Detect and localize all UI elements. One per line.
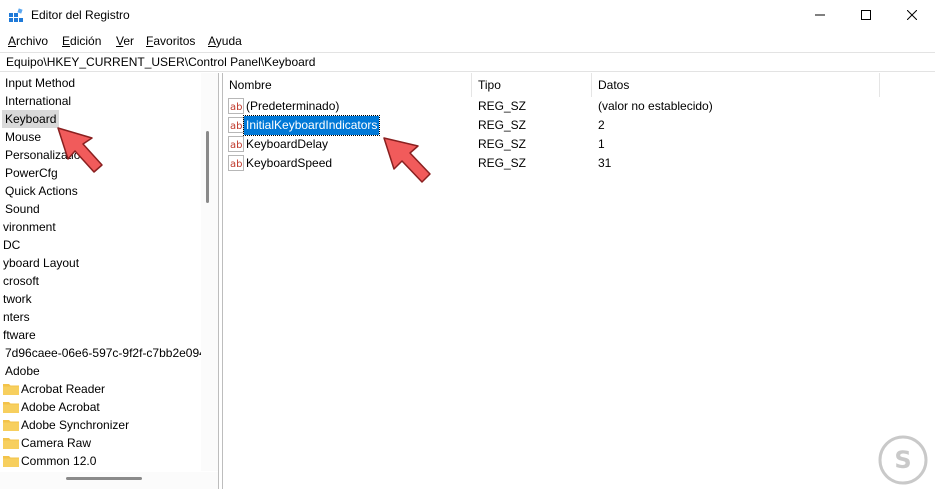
annotation-arrow-tree bbox=[57, 127, 103, 173]
tree-item[interactable]: nters bbox=[3, 308, 30, 326]
address-path: Equipo\HKEY_CURRENT_USER\Control Panel\K… bbox=[6, 55, 316, 69]
maximize-icon bbox=[861, 10, 871, 20]
svg-text:ab: ab bbox=[230, 140, 242, 151]
tree-item[interactable]: Input Method bbox=[5, 74, 75, 92]
address-bar[interactable]: Equipo\HKEY_CURRENT_USER\Control Panel\K… bbox=[0, 52, 935, 72]
menu-ver[interactable]: Ver bbox=[116, 34, 134, 48]
svg-text:ab: ab bbox=[230, 102, 242, 113]
menu-ayuda[interactable]: Ayuda bbox=[208, 34, 242, 48]
menu-favoritos[interactable]: Favoritos bbox=[146, 34, 195, 48]
string-value-icon: ab bbox=[228, 117, 244, 133]
window-title: Editor del Registro bbox=[31, 8, 130, 22]
folder-icon bbox=[3, 384, 19, 395]
svg-text:ab: ab bbox=[230, 159, 242, 170]
svg-text:S: S bbox=[894, 446, 911, 474]
tree-vertical-scroll-thumb[interactable] bbox=[206, 131, 209, 203]
column-header-name[interactable]: Nombre bbox=[223, 73, 472, 97]
tree-item[interactable]: Mouse bbox=[5, 128, 41, 146]
value-data: 31 bbox=[598, 156, 612, 170]
tree-item[interactable]: International bbox=[5, 92, 71, 110]
title-bar: Editor del Registro bbox=[0, 0, 935, 30]
tree-item[interactable]: Sound bbox=[5, 200, 40, 218]
menu-edicion[interactable]: Edición bbox=[62, 34, 101, 48]
tree-item[interactable]: Common 12.0 bbox=[21, 452, 96, 470]
folder-icon bbox=[3, 420, 19, 431]
tree-item[interactable]: DC bbox=[3, 236, 20, 254]
tree-item[interactable]: vironment bbox=[3, 218, 56, 236]
value-type: REG_SZ bbox=[478, 156, 527, 170]
menu-bar: Archivo Edición Ver Favoritos Ayuda bbox=[0, 31, 935, 51]
folder-icon bbox=[3, 402, 19, 413]
string-value-icon: ab bbox=[228, 98, 244, 114]
value-data: 1 bbox=[598, 137, 605, 151]
solvetic-watermark-logo: S bbox=[878, 435, 928, 485]
tree-item[interactable]: Quick Actions bbox=[5, 182, 78, 200]
value-type: REG_SZ bbox=[478, 99, 527, 113]
maximize-button[interactable] bbox=[843, 0, 889, 30]
value-name: (Predeterminado) bbox=[246, 99, 340, 113]
minimize-button[interactable] bbox=[797, 0, 843, 30]
column-header-type[interactable]: Tipo bbox=[472, 73, 592, 97]
values-list[interactable]: Nombre Tipo Datos ab (Predeterminado) RE… bbox=[222, 73, 935, 489]
table-row[interactable]: ab KeyboardSpeed REG_SZ 31 bbox=[223, 154, 935, 173]
tree-item[interactable]: Camera Raw bbox=[21, 434, 91, 452]
minimize-icon bbox=[815, 14, 825, 16]
value-type: REG_SZ bbox=[478, 137, 527, 151]
tree-item[interactable]: PowerCfg bbox=[5, 164, 58, 182]
column-header-data[interactable]: Datos bbox=[592, 73, 880, 97]
tree-item[interactable]: crosoft bbox=[3, 272, 39, 290]
close-icon bbox=[907, 10, 917, 20]
string-value-icon: ab bbox=[228, 155, 244, 171]
registry-editor-icon bbox=[9, 8, 23, 22]
string-value-icon: ab bbox=[228, 136, 244, 152]
table-row[interactable]: ab InitialKeyboardIndicators REG_SZ 2 bbox=[223, 115, 935, 136]
tree-item[interactable]: ftware bbox=[3, 326, 36, 344]
tree-item[interactable]: 7d96caee-06e6-597c-9f2f-c7bb2e094 bbox=[5, 344, 206, 362]
value-data: 2 bbox=[598, 118, 605, 132]
value-type: REG_SZ bbox=[478, 118, 527, 132]
tree-item[interactable]: Adobe bbox=[5, 362, 40, 380]
close-button[interactable] bbox=[889, 0, 935, 30]
folder-icon bbox=[3, 438, 19, 449]
menu-archivo[interactable]: Archivo bbox=[8, 34, 48, 48]
annotation-arrow-value bbox=[383, 137, 431, 183]
svg-text:ab: ab bbox=[230, 121, 242, 132]
folder-icon bbox=[3, 456, 19, 467]
tree-item[interactable]: Acrobat Reader bbox=[21, 380, 105, 398]
value-data: (valor no establecido) bbox=[598, 99, 713, 113]
tree-item[interactable]: Adobe Synchronizer bbox=[21, 416, 129, 434]
tree-horizontal-scroll-thumb[interactable] bbox=[66, 477, 142, 480]
tree-horizontal-scrollbar[interactable] bbox=[0, 472, 218, 489]
value-name: KeyboardDelay bbox=[246, 137, 329, 151]
tree-item[interactable]: yboard Layout bbox=[3, 254, 79, 272]
tree-item[interactable]: twork bbox=[3, 290, 32, 308]
registry-tree[interactable]: Input Method International Keyboard Mous… bbox=[0, 73, 219, 489]
value-name-selected: InitialKeyboardIndicators bbox=[242, 115, 381, 136]
table-row[interactable]: ab KeyboardDelay REG_SZ 1 bbox=[223, 135, 935, 154]
tree-vertical-scrollbar[interactable] bbox=[201, 73, 218, 471]
value-name: KeyboardSpeed bbox=[246, 156, 333, 170]
tree-item[interactable]: Adobe Acrobat bbox=[21, 398, 100, 416]
table-row[interactable]: ab (Predeterminado) REG_SZ (valor no est… bbox=[223, 97, 935, 116]
tree-item-selected[interactable]: Keyboard bbox=[2, 110, 60, 128]
